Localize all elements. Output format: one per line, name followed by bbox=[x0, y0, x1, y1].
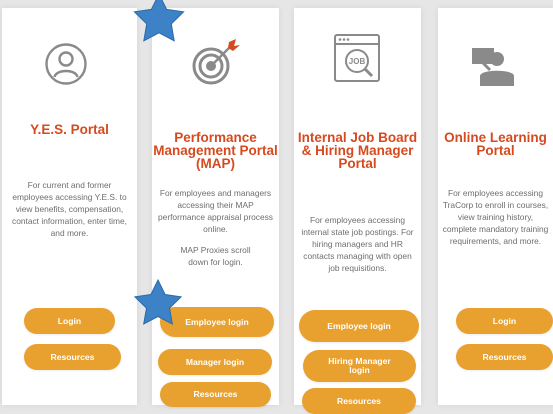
map-portal-card: Performance Management Portal (MAP) For … bbox=[152, 8, 279, 407]
card-description: For current and former employees accessi… bbox=[12, 180, 127, 238]
manager-login-button[interactable]: Manager login bbox=[158, 349, 272, 375]
card-title: Online Learning Portal bbox=[444, 130, 547, 158]
card-description: For employees accessing TraCorp to enrol… bbox=[442, 188, 549, 246]
resources-button[interactable]: Resources bbox=[24, 344, 121, 370]
card-note: MAP Proxies scroll down for login. bbox=[180, 245, 251, 267]
employee-login-button[interactable]: Employee login bbox=[299, 310, 419, 342]
resources-button[interactable]: Resources bbox=[302, 388, 416, 414]
star-icon bbox=[133, 279, 183, 325]
login-button[interactable]: Login bbox=[24, 308, 115, 334]
yes-portal-card: Y.E.S. Portal For current and former emp… bbox=[2, 8, 137, 405]
job-board-card: JOB Internal Job Board & Hiring Manager … bbox=[294, 8, 421, 414]
card-title: Y.E.S. Portal bbox=[30, 122, 109, 137]
card-description: For employees and managers accessing the… bbox=[158, 188, 273, 234]
star-icon bbox=[133, 0, 185, 42]
instructor-icon bbox=[472, 48, 514, 86]
login-button[interactable]: Login bbox=[456, 308, 553, 334]
user-circle-icon bbox=[45, 43, 87, 85]
card-title: Internal Job Board & Hiring Manager Port… bbox=[297, 130, 418, 171]
card-description: For employees accessing internal state j… bbox=[301, 215, 414, 273]
resources-button[interactable]: Resources bbox=[160, 382, 271, 407]
svg-text:JOB: JOB bbox=[349, 57, 366, 66]
hiring-manager-login-button[interactable]: Hiring Manager login bbox=[303, 350, 416, 382]
job-search-icon: JOB bbox=[334, 34, 380, 82]
resources-button[interactable]: Resources bbox=[456, 344, 553, 370]
learning-portal-card: Online Learning Portal For employees acc… bbox=[438, 8, 553, 405]
card-title: Performance Management Portal (MAP) bbox=[153, 130, 278, 171]
target-icon bbox=[192, 39, 240, 85]
